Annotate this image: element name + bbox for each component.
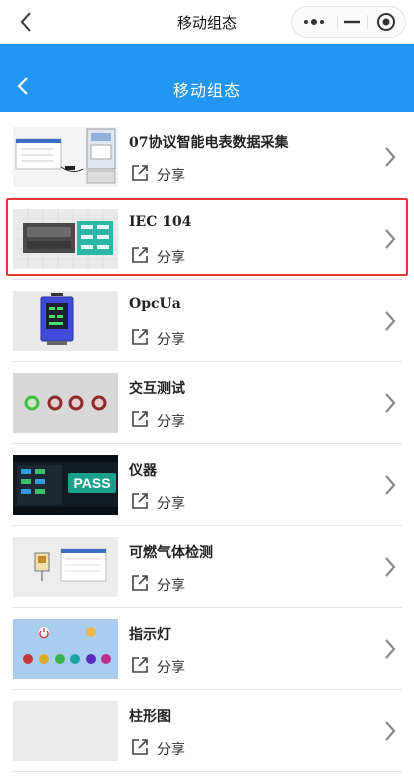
indicator-lights-thumbnail [13, 373, 118, 433]
list-item[interactable]: PASS 仪器 分享 [0, 444, 414, 526]
list-item[interactable]: 交互测试 分享 [0, 362, 414, 444]
gas-detection-thumbnail [13, 537, 118, 597]
share-label: 分享 [157, 660, 185, 676]
instrument-panel-thumbnail: PASS [13, 455, 118, 515]
share-icon [132, 165, 148, 181]
share-icon [132, 329, 148, 345]
share-icon [132, 493, 148, 509]
share-label: 分享 [157, 332, 185, 348]
item-title: 仪器 [129, 463, 157, 479]
page-title: 移动组态 [172, 81, 241, 100]
item-title: 可燃气体检测 [129, 545, 213, 561]
project-list: 07协议智能电表数据采集 分享 IEC 104 分享 OpcUa 分享 交互测试… [0, 116, 414, 772]
divider [12, 771, 402, 772]
capsule-menu [291, 6, 406, 38]
chevron-right-icon [385, 557, 396, 577]
list-item[interactable]: 柱形图 分享 [0, 690, 414, 772]
chevron-right-icon [385, 147, 396, 167]
minimize-icon[interactable] [337, 7, 367, 37]
indicator-lamps-thumbnail [13, 619, 118, 679]
chevron-right-icon [385, 639, 396, 659]
share-label: 分享 [157, 578, 185, 594]
list-item[interactable]: IEC 104 分享 [0, 198, 414, 280]
pass-label: PASS [73, 475, 110, 491]
wechat-nav-bar: 移动组态 [0, 0, 414, 44]
share-label: 分享 [157, 742, 185, 758]
chevron-right-icon [385, 475, 396, 495]
share-label: 分享 [157, 250, 185, 266]
item-title: 07协议智能电表数据采集 [129, 135, 289, 151]
share-label: 分享 [157, 414, 185, 430]
share-icon [132, 575, 148, 591]
chevron-right-icon [385, 229, 396, 249]
share-icon [132, 739, 148, 755]
bar-chart-thumbnail [13, 701, 118, 761]
device-screen-thumbnail [13, 291, 118, 351]
item-title: IEC 104 [129, 214, 192, 230]
chevron-right-icon [385, 393, 396, 413]
item-title: 指示灯 [129, 627, 171, 643]
app-header: 移动组态 [0, 44, 414, 112]
share-icon [132, 411, 148, 427]
item-title: OpcUa [129, 296, 181, 312]
chevron-right-icon [385, 311, 396, 331]
share-icon [132, 657, 148, 673]
meter-dashboard-thumbnail [13, 127, 118, 187]
list-item[interactable]: OpcUa 分享 [0, 280, 414, 362]
share-label: 分享 [157, 496, 185, 512]
target-circle-icon[interactable] [367, 7, 405, 37]
share-icon [132, 247, 148, 263]
list-item[interactable]: 指示灯 分享 [0, 608, 414, 690]
more-dots-icon[interactable] [292, 7, 337, 37]
chevron-right-icon [385, 721, 396, 741]
share-label: 分享 [157, 168, 185, 184]
item-title: 柱形图 [129, 709, 171, 725]
plc-module-thumbnail [13, 209, 118, 269]
list-item[interactable]: 07协议智能电表数据采集 分享 [0, 116, 414, 198]
list-item[interactable]: 可燃气体检测 分享 [0, 526, 414, 608]
item-title: 交互测试 [129, 381, 185, 397]
